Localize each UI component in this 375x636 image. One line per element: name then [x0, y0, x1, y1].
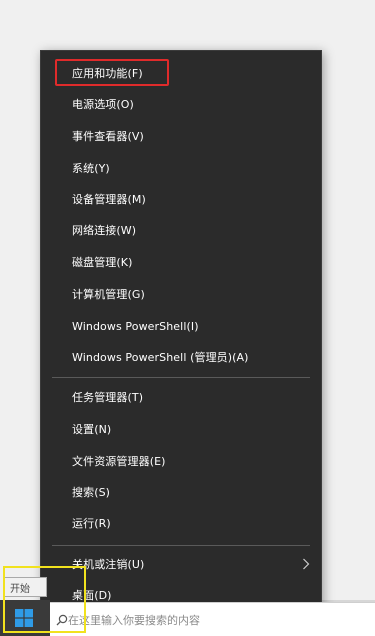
chevron-right-icon — [303, 558, 310, 570]
winx-context-menu: 应用和功能(F) 电源选项(O) 事件查看器(V) 系统(Y) 设备管理器(M)… — [40, 50, 322, 618]
menu-item-label: 设备管理器(M) — [72, 193, 146, 206]
menu-item-label: 搜索(S) — [72, 486, 111, 499]
annotation-highlight-box — [3, 566, 86, 633]
menu-item-file-explorer[interactable]: 文件资源管理器(E) — [40, 446, 322, 476]
menu-item-computer-management[interactable]: 计算机管理(G) — [40, 279, 322, 309]
menu-item-label: 运行(R) — [72, 517, 111, 530]
menu-item-label: 任务管理器(T) — [72, 391, 144, 404]
menu-item-label: 系统(Y) — [72, 162, 110, 175]
search-placeholder: 在这里输入你要搜索的内容 — [68, 613, 200, 627]
menu-item-label: Windows PowerShell (管理员)(A) — [72, 351, 249, 364]
menu-item-device-manager[interactable]: 设备管理器(M) — [40, 184, 322, 214]
menu-item-label: 文件资源管理器(E) — [72, 455, 166, 468]
menu-item-label: 应用和功能(F) — [72, 67, 143, 80]
menu-item-label: 设置(N) — [72, 423, 112, 436]
menu-item-label: 网络连接(W) — [72, 224, 137, 237]
menu-item-event-viewer[interactable]: 事件查看器(V) — [40, 121, 322, 151]
menu-item-disk-management[interactable]: 磁盘管理(K) — [40, 247, 322, 277]
menu-item-task-manager[interactable]: 任务管理器(T) — [40, 382, 322, 412]
menu-item-system[interactable]: 系统(Y) — [40, 153, 322, 183]
menu-item-powershell-admin[interactable]: Windows PowerShell (管理员)(A) — [40, 342, 322, 372]
taskbar-search-box[interactable]: 在这里输入你要搜索的内容 — [50, 602, 375, 636]
menu-item-powershell[interactable]: Windows PowerShell(I) — [40, 311, 322, 341]
menu-item-network-connections[interactable]: 网络连接(W) — [40, 215, 322, 245]
menu-item-label: 电源选项(O) — [72, 98, 134, 111]
menu-item-search[interactable]: 搜索(S) — [40, 477, 322, 507]
menu-item-label: 事件查看器(V) — [72, 130, 144, 143]
menu-item-label: 磁盘管理(K) — [72, 256, 133, 269]
menu-item-label: 计算机管理(G) — [72, 288, 145, 301]
menu-divider — [52, 545, 310, 546]
desktop: 应用和功能(F) 电源选项(O) 事件查看器(V) 系统(Y) 设备管理器(M)… — [0, 0, 375, 636]
menu-item-power-options[interactable]: 电源选项(O) — [40, 89, 322, 119]
menu-divider — [52, 377, 310, 378]
menu-item-settings[interactable]: 设置(N) — [40, 414, 322, 444]
menu-item-run[interactable]: 运行(R) — [40, 508, 322, 538]
menu-item-apps-features[interactable]: 应用和功能(F) — [40, 58, 322, 88]
menu-item-label: Windows PowerShell(I) — [72, 319, 199, 333]
